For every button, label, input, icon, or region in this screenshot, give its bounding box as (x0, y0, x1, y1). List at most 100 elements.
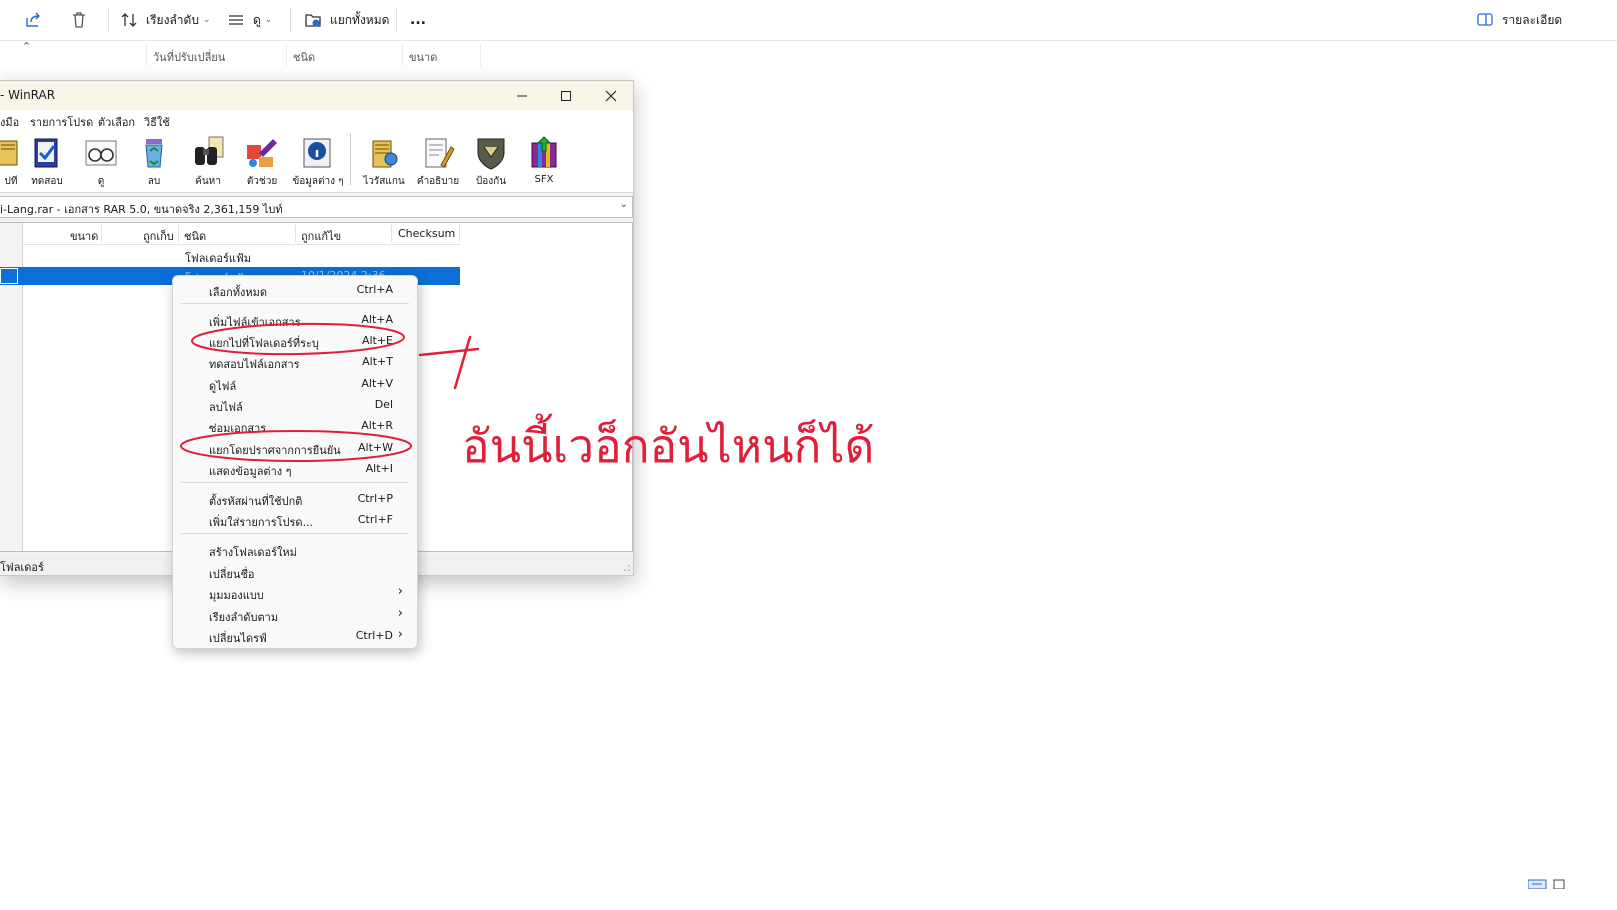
menu-item-create-new-folder[interactable]: สร้างโฟลเดอร์ใหม่ (173, 539, 417, 559)
toolbar-label: คำอธิบาย (416, 176, 460, 187)
column-type[interactable]: ชนิด (184, 227, 206, 245)
menu-favorites[interactable]: รายการโปรด (30, 113, 93, 131)
column-checksum[interactable]: Checksum (398, 227, 455, 240)
menu-item-sort-by[interactable]: เรียงลำดับตาม › (173, 604, 417, 624)
toolbar-label: SFX (534, 174, 554, 185)
details-label: รายละเอียด (1502, 12, 1563, 27)
menu-item-add-files[interactable]: เพิ่มไฟล์เข้าเอกสาร Alt+A (173, 309, 417, 329)
menu-item-add-to-favorites[interactable]: เพิ่มใส่รายการโปรด... Ctrl+F (173, 509, 417, 529)
extract-to-icon (0, 140, 18, 166)
column-modified[interactable]: ถูกแก้ไข (301, 227, 341, 245)
status-text: โฟลเดอร์ (0, 561, 44, 574)
comment-icon (425, 138, 455, 168)
toolbar-delete-button[interactable]: ลบ (128, 133, 180, 189)
menu-item-set-default-password[interactable]: ตั้งรหัสผ่านที่ใช้ปกติ Ctrl+P (173, 488, 417, 508)
column-date-modified[interactable]: วันที่ปรับเปลี่ยน (153, 48, 225, 66)
explorer-column-header: ⌃ วันที่ปรับเปลี่ยน ชนิด ขนาด (0, 40, 500, 66)
menu-item-delete-file[interactable]: ลบไฟล์ Del (173, 394, 417, 414)
more-label: ... (410, 12, 426, 28)
menu-item-test-archive[interactable]: ทดสอบไฟล์เอกสาร Alt+T (173, 351, 417, 371)
menu-item-show-info[interactable]: แสดงข้อมูลต่าง ๆ Alt+I (173, 458, 417, 478)
toolbar-label: ไวรัสแกน (363, 176, 405, 187)
winrar-toolbar: ปที ทดสอบ ดู ลบ ค้นหา ตัวช่วย ข้อมูลต่าง… (0, 130, 633, 193)
minimize-button[interactable] (500, 81, 544, 110)
menu-separator (181, 482, 409, 483)
column-size[interactable]: ขนาด (70, 227, 98, 245)
toolbar-comment-button[interactable]: คำอธิบาย (412, 133, 464, 189)
list-item[interactable]: โฟลเดอร์แฟ้ม (185, 249, 251, 267)
maximize-button[interactable] (544, 81, 588, 110)
view-toggle-icon[interactable] (1527, 879, 1568, 890)
menu-item-rename[interactable]: เปลี่ยนชื่อ (173, 561, 417, 581)
menu-item-change-drive[interactable]: เปลี่ยนไดรฟ์ Ctrl+D › (173, 625, 417, 645)
menu-options[interactable]: ตัวเลือก (98, 113, 135, 131)
close-button[interactable] (589, 81, 633, 110)
menu-item-label: เปลี่ยนไดรฟ์ (209, 632, 267, 645)
chevron-down-icon: ⌄ (202, 15, 211, 25)
menu-tools[interactable]: งมือ (0, 113, 19, 131)
menu-item-label: เพิ่มใส่รายการโปรด... (209, 516, 314, 529)
share-button[interactable] (24, 6, 42, 34)
maximize-icon (561, 90, 571, 101)
menu-item-label: เรียงลำดับตาม (209, 611, 279, 624)
column-type[interactable]: ชนิด (293, 48, 315, 66)
more-options-button[interactable]: ... (410, 6, 426, 34)
column-size[interactable]: ขนาด (409, 48, 437, 66)
menu-item-shortcut: Ctrl+F (357, 513, 393, 526)
details-pane-button[interactable]: รายละเอียด (1476, 6, 1562, 34)
toolbar-label: ดู (97, 176, 105, 187)
extract-all-button[interactable]: แยกทั้งหมด (304, 6, 389, 34)
view-label: ดู (253, 12, 261, 27)
sfx-archive-icon (531, 136, 557, 168)
collapse-icon[interactable]: ⌃ (22, 40, 31, 53)
chevron-down-icon[interactable]: ⌄ (620, 199, 628, 210)
address-bar[interactable]: i-Lang.rar - เอกสาร RAR 5.0, ขนาดจริง 2,… (0, 196, 633, 218)
menu-item-label: แยกโดยปราศจากการยืนยัน (209, 444, 341, 457)
menu-item-extract-to-folder[interactable]: แยกไปที่โฟลเดอร์ที่ระบุ Alt+E (173, 330, 417, 350)
menu-item-label: เลือกทั้งหมด (209, 286, 268, 299)
toolbar-protect-button[interactable]: ป้องกัน (465, 133, 517, 189)
trash-icon (73, 12, 85, 28)
menu-item-label: สร้างโฟลเดอร์ใหม่ (209, 546, 297, 559)
toolbar-view-button[interactable]: ดู (75, 133, 127, 189)
toolbar-virus-scan-button[interactable]: ไวรัสแกน (358, 133, 410, 189)
delete-button[interactable] (70, 6, 88, 34)
sort-icon (121, 13, 137, 27)
title-bar: - WinRAR (0, 81, 633, 110)
toolbar-label: ตัวช่วย (246, 176, 278, 187)
toolbar-sfx-button[interactable]: SFX (518, 133, 570, 189)
menu-item-shortcut: Alt+T (362, 355, 393, 368)
column-packed[interactable]: ถูกเก็บ (143, 227, 174, 245)
toolbar-label: ค้นหา (195, 176, 221, 187)
menu-item-repair-archive[interactable]: ซ่อมเอกสาร Alt+R (173, 415, 417, 435)
resize-grip-icon[interactable] (623, 564, 631, 572)
menu-item-view-mode[interactable]: มุมมองแบบ › (173, 582, 417, 602)
menu-item-shortcut: Alt+I (365, 462, 393, 475)
virus-scan-icon (372, 140, 398, 168)
toolbar-test-button[interactable]: ทดสอบ (21, 133, 73, 189)
menu-item-extract-without-confirmation[interactable]: แยกโดยปราศจากการยืนยัน Alt+W (173, 437, 417, 457)
toolbar-wizard-button[interactable]: ตัวช่วย (236, 133, 288, 189)
sort-button[interactable]: เรียงลำดับ ⌄ (120, 6, 211, 34)
share-icon (26, 12, 40, 27)
menu-item-shortcut: Alt+E (361, 334, 393, 347)
view-glasses-icon (85, 140, 117, 166)
menu-help[interactable]: วิธีใช้ (144, 113, 170, 131)
chevron-right-icon: › (397, 627, 403, 642)
divider (396, 8, 397, 32)
divider (290, 8, 291, 32)
folder-extract-icon (305, 14, 321, 27)
toolbar-info-button[interactable]: ข้อมูลต่าง ๆ (292, 133, 344, 189)
toolbar-find-button[interactable]: ค้นหา (182, 133, 234, 189)
menu-item-shortcut: Ctrl+A (356, 283, 393, 296)
toolbar-label: ทดสอบ (31, 176, 63, 187)
rename-edit-box[interactable] (0, 268, 18, 284)
menu-item-label: แยกไปที่โฟลเดอร์ที่ระบุ (209, 337, 319, 350)
menu-separator (181, 303, 409, 304)
menu-item-select-all[interactable]: เลือกทั้งหมด Ctrl+A (173, 279, 417, 299)
menu-item-view-file[interactable]: ดูไฟล์ Alt+V (173, 373, 417, 393)
view-toggle-icons[interactable] (1527, 874, 1568, 893)
menu-item-label: ตั้งรหัสผ่านที่ใช้ปกติ (209, 495, 303, 508)
explorer-command-bar: เรียงลำดับ ⌄ ดู ⌄ แยกทั้งหมด ... รายละเอ… (0, 0, 1617, 41)
view-button[interactable]: ดู ⌄ (227, 6, 272, 34)
